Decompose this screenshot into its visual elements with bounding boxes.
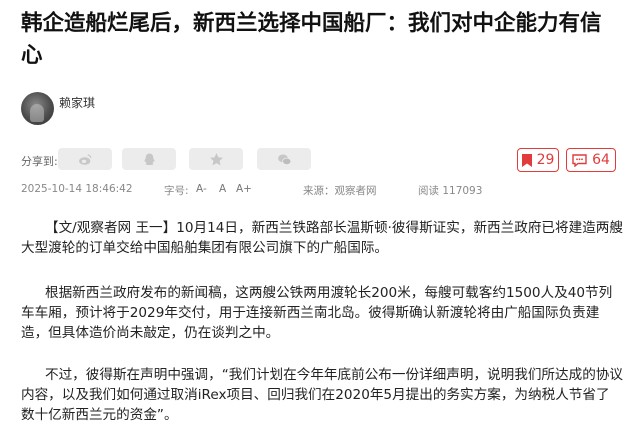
- share-qq-button[interactable]: [122, 148, 176, 170]
- font-size-label: 字号:: [164, 185, 189, 197]
- share-weibo-button[interactable]: [58, 148, 112, 170]
- author-name[interactable]: 赖家琪: [59, 94, 95, 111]
- like-button[interactable]: 29: [517, 148, 559, 172]
- bookmark-icon: [521, 153, 532, 167]
- comment-count: 64: [592, 152, 610, 168]
- share-wechat-button[interactable]: [257, 148, 311, 170]
- view-count: 阅读 117093: [418, 185, 483, 197]
- article-paragraph: 【文/观察者网 王一】10月14日，新西兰铁路部长温斯顿·彼得斯证实，新西兰政府…: [21, 220, 623, 256]
- article-paragraph: 不过，彼得斯在声明中强调，“我们计划在今年年底前公布一份详细声明，说明我们所达成…: [21, 367, 623, 423]
- like-count: 29: [536, 152, 555, 168]
- share-qzone-button[interactable]: [189, 148, 243, 170]
- share-label: 分享到:: [21, 155, 58, 168]
- article-paragraph: 根据新西兰政府发布的新闻稿，这两艘公铁两用渡轮长200米，每艘可载客约1500人…: [21, 285, 613, 341]
- font-medium-button[interactable]: A: [219, 183, 226, 195]
- article-source: 来源：观察者网: [303, 185, 377, 197]
- weibo-icon: [78, 153, 91, 165]
- qq-icon: [143, 153, 155, 165]
- font-large-button[interactable]: A+: [236, 183, 252, 195]
- author-avatar[interactable]: [21, 92, 54, 125]
- wechat-icon: [277, 153, 291, 165]
- comment-button[interactable]: 64: [566, 148, 616, 172]
- comment-icon: [572, 153, 587, 167]
- qzone-star-icon: [209, 152, 223, 165]
- publish-date: 2025-10-14 18:46:42: [21, 183, 133, 195]
- font-small-button[interactable]: A-: [196, 183, 207, 195]
- article-title: 韩企造船烂尾后，新西兰选择中国船厂：我们对中企能力有信心: [21, 11, 602, 68]
